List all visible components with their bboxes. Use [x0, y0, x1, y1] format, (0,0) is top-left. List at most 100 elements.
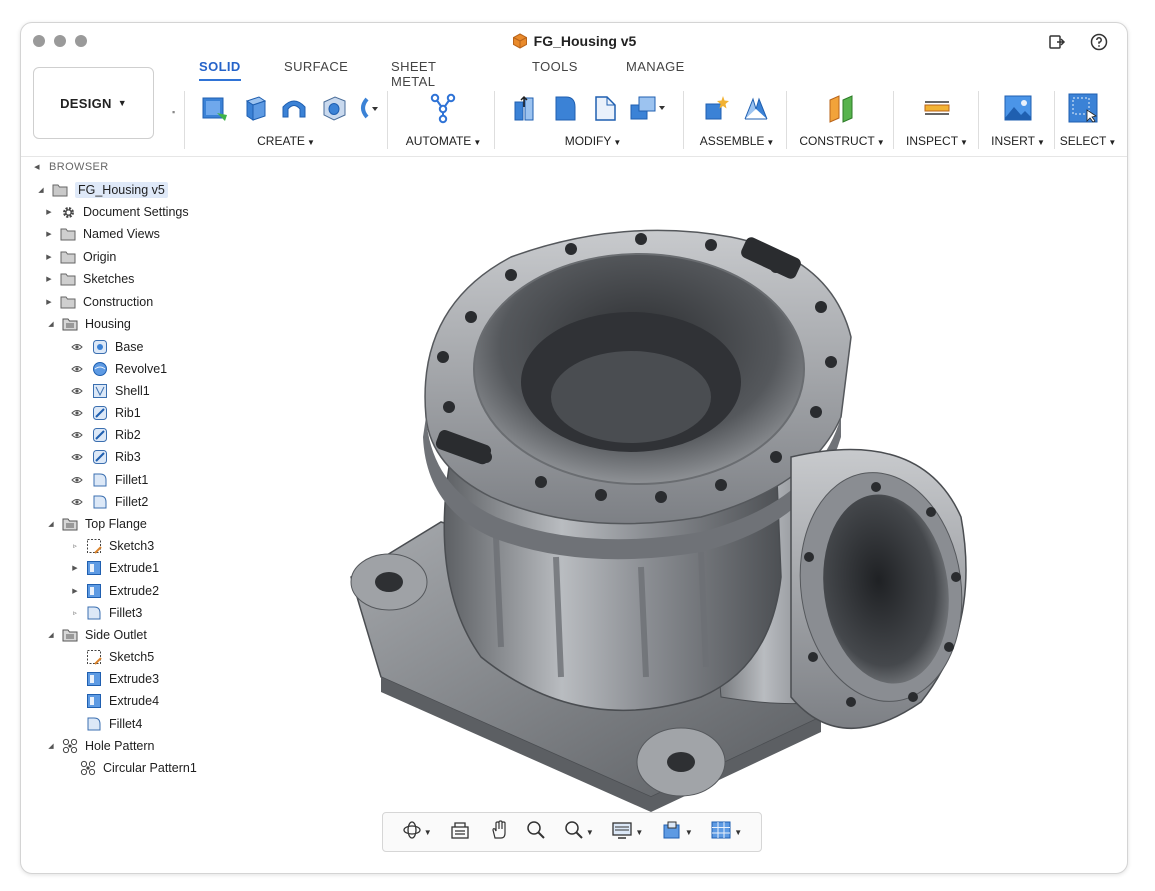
expand-triangle-icon[interactable]: ▶ — [45, 253, 53, 261]
tree-item-construction[interactable]: ▶ Construction — [45, 292, 153, 312]
visibility-eye-icon[interactable] — [71, 476, 83, 484]
zoom-window-button[interactable]: ▼ — [564, 820, 594, 845]
insert-menu[interactable]: INSERT ▼ — [983, 134, 1053, 148]
tree-item-extrude4[interactable]: Extrude4 — [85, 691, 159, 711]
tree-item-rib1[interactable]: Rib1 — [71, 403, 141, 423]
visibility-eye-icon[interactable] — [71, 498, 83, 506]
joint-icon[interactable] — [739, 91, 773, 125]
tab-solid[interactable]: SOLID — [199, 59, 241, 81]
press-pull-icon[interactable] — [508, 91, 542, 125]
browser-header[interactable]: ◀ BROWSER — [33, 161, 109, 173]
tree-item-revolve1[interactable]: Revolve1 — [71, 359, 167, 379]
tree-item-housing[interactable]: ◢ Housing — [47, 314, 131, 334]
expand-triangle-icon[interactable]: ◢ — [47, 631, 55, 639]
construct-menu[interactable]: CONSTRUCT ▼ — [795, 134, 889, 148]
expand-triangle-icon[interactable]: ▶ — [71, 587, 79, 595]
tree-item-fillet2[interactable]: Fillet2 — [71, 492, 148, 512]
tree-item-extrude2[interactable]: ▶ Extrude2 — [71, 581, 159, 601]
tree-item-sketch3[interactable]: ▹ Sketch3 — [71, 536, 154, 556]
tree-item-side-outlet[interactable]: ◢ Side Outlet — [47, 625, 147, 645]
measure-icon[interactable] — [920, 91, 954, 125]
modify-menu[interactable]: MODIFY ▼ — [508, 134, 678, 148]
fillet-icon[interactable] — [548, 91, 582, 125]
expand-triangle-icon[interactable]: ▹ — [71, 609, 79, 617]
expand-triangle-icon[interactable]: ◢ — [37, 186, 45, 194]
pan-icon — [489, 819, 509, 845]
grid-button[interactable]: ▼ — [710, 820, 742, 845]
tree-item-rib3[interactable]: Rib3 — [71, 447, 141, 467]
tree-item-shell1[interactable]: Shell1 — [71, 381, 150, 401]
insert-image-icon[interactable] — [1001, 91, 1035, 125]
visibility-eye-icon[interactable] — [71, 431, 83, 439]
tree-item-fillet4[interactable]: Fillet4 — [85, 714, 142, 734]
tree-item-fillet1[interactable]: Fillet1 — [71, 470, 148, 490]
tree-item-base[interactable]: Base — [71, 337, 144, 357]
tree-item-label: Document Settings — [83, 205, 189, 219]
visual-style-button[interactable]: ▼ — [661, 820, 693, 845]
tree-item-sketch5[interactable]: Sketch5 — [85, 647, 154, 667]
tab-tools[interactable]: TOOLS — [532, 59, 578, 79]
expand-triangle-icon[interactable]: ◢ — [47, 742, 55, 750]
tab-surface[interactable]: SURFACE — [284, 59, 348, 79]
expand-triangle-icon[interactable]: ▹ — [71, 542, 79, 550]
job-status-icon[interactable] — [1047, 32, 1067, 52]
expand-triangle-icon[interactable]: ▶ — [45, 208, 53, 216]
title-bar-actions — [1047, 32, 1109, 52]
tree-item-rib2[interactable]: Rib2 — [71, 425, 141, 445]
extrude-icon[interactable] — [237, 91, 271, 125]
visibility-eye-icon[interactable] — [71, 409, 83, 417]
tree-item-fillet3[interactable]: ▹ Fillet3 — [71, 603, 142, 623]
expand-triangle-icon[interactable]: ▶ — [71, 564, 79, 572]
tree-item-sketches[interactable]: ▶ Sketches — [45, 269, 134, 289]
chamfer-icon[interactable] — [588, 91, 622, 125]
revolve-icon[interactable] — [277, 91, 311, 125]
tree-item-top-flange[interactable]: ◢ Top Flange — [47, 514, 147, 534]
offset-plane-icon[interactable] — [825, 91, 859, 125]
new-component-icon[interactable] — [699, 91, 733, 125]
visibility-eye-icon[interactable] — [71, 387, 83, 395]
shell-icon[interactable] — [628, 91, 668, 125]
inspect-menu[interactable]: INSPECT ▼ — [899, 134, 975, 148]
tree-item-hole-pattern[interactable]: ◢ Hole Pattern — [47, 736, 154, 756]
tree-item-named-views[interactable]: ▶ Named Views — [45, 224, 160, 244]
visibility-eye-icon[interactable] — [71, 365, 83, 373]
model-viewport[interactable] — [321, 157, 1128, 874]
visibility-eye-icon[interactable] — [71, 343, 83, 351]
tree-item-label: Hole Pattern — [85, 739, 155, 753]
expand-triangle-icon[interactable]: ▶ — [45, 275, 53, 283]
tree-item-extrude1[interactable]: ▶ Extrude1 — [71, 558, 159, 578]
pan-button[interactable] — [489, 819, 509, 845]
create-sketch-icon[interactable] — [197, 91, 231, 125]
pattern-icon — [61, 738, 79, 754]
visibility-eye-icon[interactable] — [71, 453, 83, 461]
assemble-menu[interactable]: ASSEMBLE ▼ — [689, 134, 785, 148]
tree-item-extrude3[interactable]: Extrude3 — [85, 669, 159, 689]
create-more-icon[interactable] — [357, 91, 379, 125]
expand-triangle-icon[interactable]: ▶ — [45, 230, 53, 238]
zoom-button[interactable] — [526, 820, 546, 845]
expand-triangle-icon[interactable]: ▶ — [45, 298, 53, 306]
sketch-feature-icon — [91, 339, 109, 355]
collapse-triangle-icon[interactable]: ◀ — [33, 163, 41, 171]
expand-triangle-icon[interactable]: ◢ — [47, 520, 55, 528]
tree-item-document-settings[interactable]: ▶ Document Settings — [45, 202, 189, 222]
automate-icon[interactable] — [426, 91, 460, 125]
create-menu[interactable]: CREATE ▼ — [197, 134, 375, 148]
orbit-button[interactable]: ▼ — [402, 820, 432, 845]
look-at-button[interactable] — [449, 820, 471, 845]
select-menu[interactable]: SELECT ▼ — [1057, 134, 1119, 148]
tree-item-circular-pattern1[interactable]: Circular Pattern1 — [79, 758, 197, 778]
display-settings-button[interactable]: ▼ — [611, 820, 643, 845]
expand-triangle-icon[interactable]: ◢ — [47, 320, 55, 328]
app-window: FG_Housing v5 SOLID SURFACE SHEET METAL … — [20, 22, 1128, 874]
tree-item-origin[interactable]: ▶ Origin — [45, 247, 116, 267]
tree-item-label: Extrude1 — [109, 561, 160, 575]
tab-manage[interactable]: MANAGE — [626, 59, 685, 79]
housing-model-render[interactable] — [321, 157, 1128, 874]
help-icon[interactable] — [1089, 32, 1109, 52]
tree-item-label: Sketch3 — [109, 539, 155, 553]
automate-menu[interactable]: AUTOMATE ▼ — [396, 134, 491, 148]
hole-icon[interactable] — [317, 91, 351, 125]
select-window-icon[interactable] — [1066, 91, 1100, 125]
browser-root-item[interactable]: ◢ FG_Housing v5 — [37, 180, 168, 200]
